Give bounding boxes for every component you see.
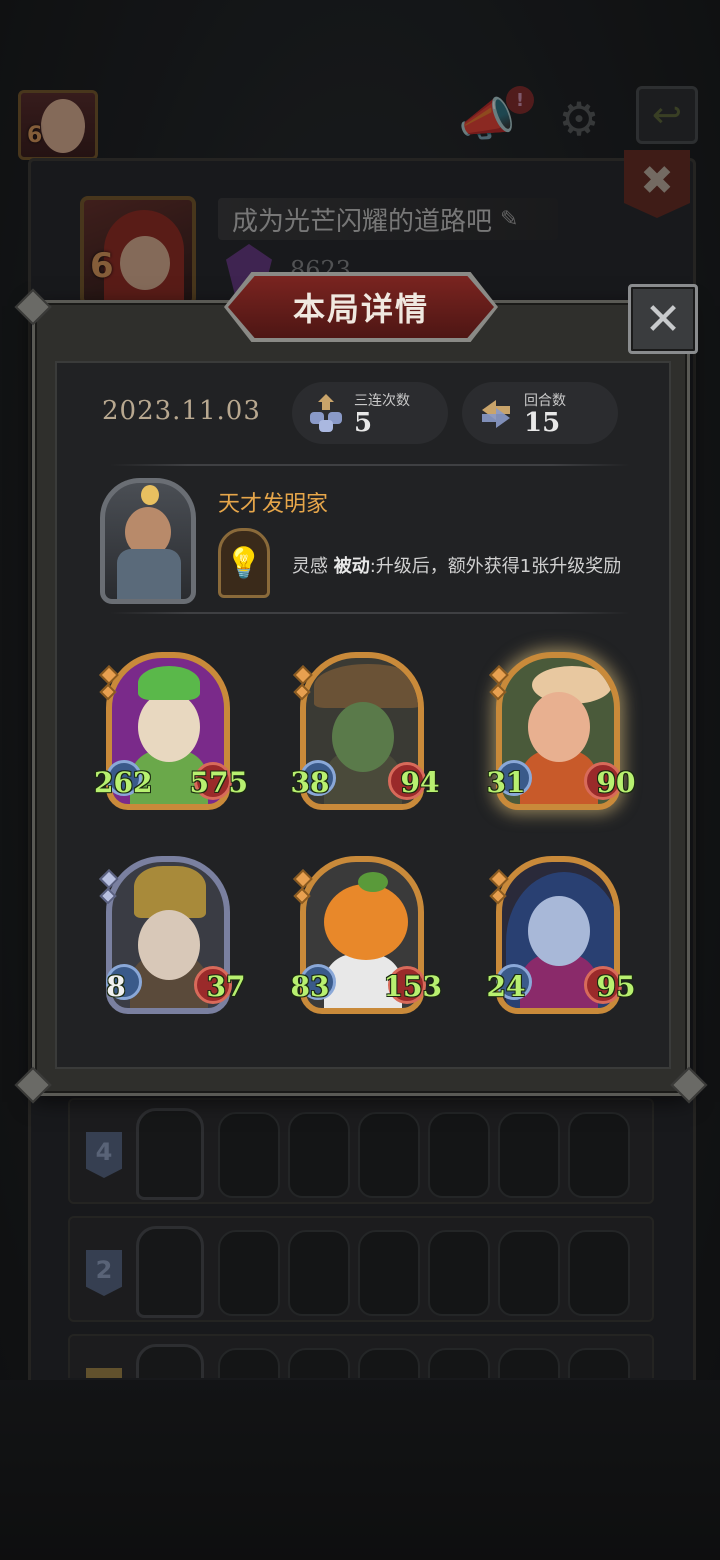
title-plaque: 本局详情 (228, 276, 494, 338)
unit-card[interactable]: 31 90 (487, 652, 635, 810)
attack-value: 8 (106, 969, 126, 1003)
lightbulb-icon[interactable]: 💡 (218, 528, 270, 598)
skill-type: 被动 (333, 556, 370, 577)
attack-value: 38 (290, 765, 330, 799)
stat-label: 回合数 (524, 393, 566, 409)
stat-label: 三连次数 (354, 393, 410, 409)
health-value: 94 (400, 765, 440, 799)
close-button[interactable]: ✕ (628, 284, 698, 354)
stat-value: 5 (354, 408, 373, 438)
attack-value: 262 (94, 765, 153, 799)
health-badge: 37 (194, 964, 248, 1008)
divider (110, 612, 630, 614)
health-badge: 95 (584, 964, 638, 1008)
unit-card[interactable]: 8 37 (99, 856, 245, 1014)
attack-badge: 38 (288, 760, 336, 804)
attack-value: 83 (290, 969, 330, 1003)
round-count-stat: 回合数 15 (462, 382, 618, 444)
health-badge: 94 (388, 760, 442, 804)
skill-description: 灵感 被动:升级后，额外获得1张升级奖励 (292, 552, 621, 578)
attack-badge: 31 (484, 760, 532, 804)
hero-portrait[interactable] (100, 478, 196, 604)
stat-value: 15 (524, 408, 561, 438)
triple-count-stat: 三连次数 5 (292, 382, 448, 444)
health-value: 37 (206, 969, 246, 1003)
unit-card[interactable]: 262 575 (94, 652, 248, 810)
health-badge: 153 (384, 964, 442, 1008)
attack-badge: 83 (288, 964, 336, 1008)
unit-card[interactable]: 24 95 (487, 856, 635, 1014)
health-value: 575 (189, 765, 248, 799)
attack-badge: 262 (94, 760, 152, 804)
skill-desc: :升级后，额外获得1张升级奖励 (369, 556, 622, 577)
health-value: 90 (596, 765, 636, 799)
attack-value: 31 (486, 765, 526, 799)
cycle-arrows-icon (482, 400, 510, 428)
unit-card[interactable]: 83 153 (291, 856, 442, 1014)
health-value: 153 (383, 969, 442, 1003)
close-icon: ✕ (644, 293, 682, 345)
attack-badge: 24 (484, 964, 532, 1008)
match-date: 2023.11.03 (102, 396, 261, 426)
health-badge: 90 (584, 760, 638, 804)
modal-title: 本局详情 (292, 290, 429, 328)
health-value: 95 (596, 969, 636, 1003)
health-badge: 575 (190, 760, 248, 804)
hero-name: 天才发明家 (218, 492, 329, 517)
skill-name: 灵感 (292, 556, 328, 577)
attack-badge: 8 (94, 964, 142, 1008)
divider (110, 464, 630, 466)
triple-icon (310, 394, 342, 432)
unit-card[interactable]: 38 94 (291, 652, 439, 810)
attack-value: 24 (486, 969, 526, 1003)
